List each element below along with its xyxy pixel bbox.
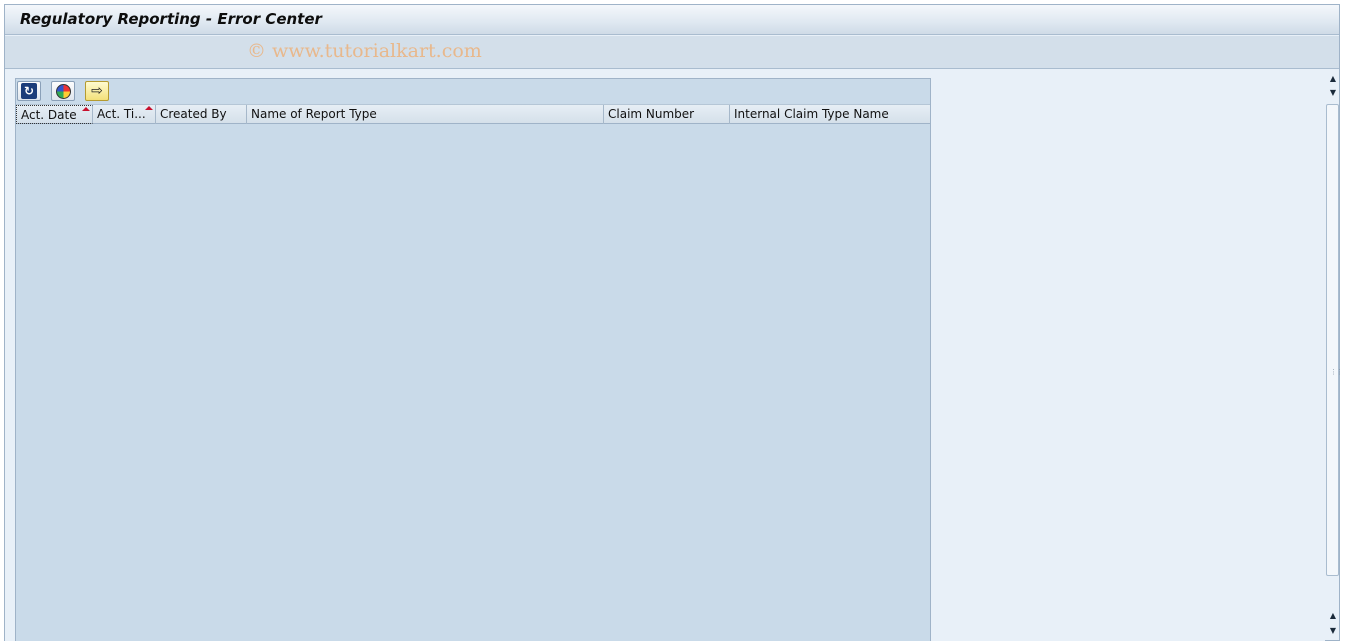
scrollbar-grip-icon: ⋮⋮: [1330, 368, 1343, 376]
scroll-down-icon[interactable]: ▲: [1328, 610, 1338, 622]
column-label: Claim Number: [608, 107, 695, 121]
refresh-button[interactable]: ↻: [17, 81, 41, 101]
application-toolbar: © www.tutorialkart.com: [5, 36, 1339, 69]
column-header-internal-claim-type[interactable]: Internal Claim Type Name: [730, 105, 930, 124]
column-label: Act. Ti...: [97, 107, 146, 121]
column-header-row: Act. Date Act. Ti... Created By Name of …: [16, 104, 930, 124]
navigate-button[interactable]: ⇨: [85, 81, 109, 101]
column-header-act-date[interactable]: Act. Date: [16, 105, 93, 124]
refresh-icon: ↻: [21, 83, 37, 99]
alv-body-empty: [16, 125, 930, 641]
scroll-up-icon[interactable]: ▼: [1328, 87, 1338, 99]
color-wheel-icon: [55, 83, 71, 99]
scroll-top-icon[interactable]: ▲: [1328, 73, 1338, 85]
page-title: Regulatory Reporting - Error Center: [20, 10, 322, 28]
vertical-scrollbar[interactable]: ▲ ▼ ⋮⋮ ▲ ▼: [1325, 70, 1343, 641]
column-header-report-type[interactable]: Name of Report Type: [247, 105, 604, 124]
column-label: Created By: [160, 107, 227, 121]
column-header-created-by[interactable]: Created By: [156, 105, 247, 124]
color-legend-button[interactable]: [51, 81, 75, 101]
title-bar: Regulatory Reporting - Error Center: [5, 5, 1339, 35]
watermark: © www.tutorialkart.com: [247, 40, 482, 62]
content-area: ↻ ⇨ Act. Date Act. Ti... Created By Name…: [5, 70, 1325, 641]
column-label: Act. Date: [21, 108, 77, 122]
scrollbar-track[interactable]: ⋮⋮: [1326, 104, 1343, 576]
column-label: Internal Claim Type Name: [734, 107, 889, 121]
sort-ascending-icon: [145, 106, 153, 110]
column-header-act-time[interactable]: Act. Ti...: [93, 105, 156, 124]
sort-ascending-icon: [82, 107, 90, 111]
alv-toolbar: ↻ ⇨: [16, 79, 930, 104]
alv-grid: ↻ ⇨ Act. Date Act. Ti... Created By Name…: [15, 78, 931, 641]
scroll-bottom-icon[interactable]: ▼: [1328, 625, 1338, 637]
column-label: Name of Report Type: [251, 107, 377, 121]
column-header-claim-number[interactable]: Claim Number: [604, 105, 730, 124]
right-arrow-icon: ⇨: [91, 83, 103, 99]
window-frame: Regulatory Reporting - Error Center © ww…: [4, 4, 1343, 641]
